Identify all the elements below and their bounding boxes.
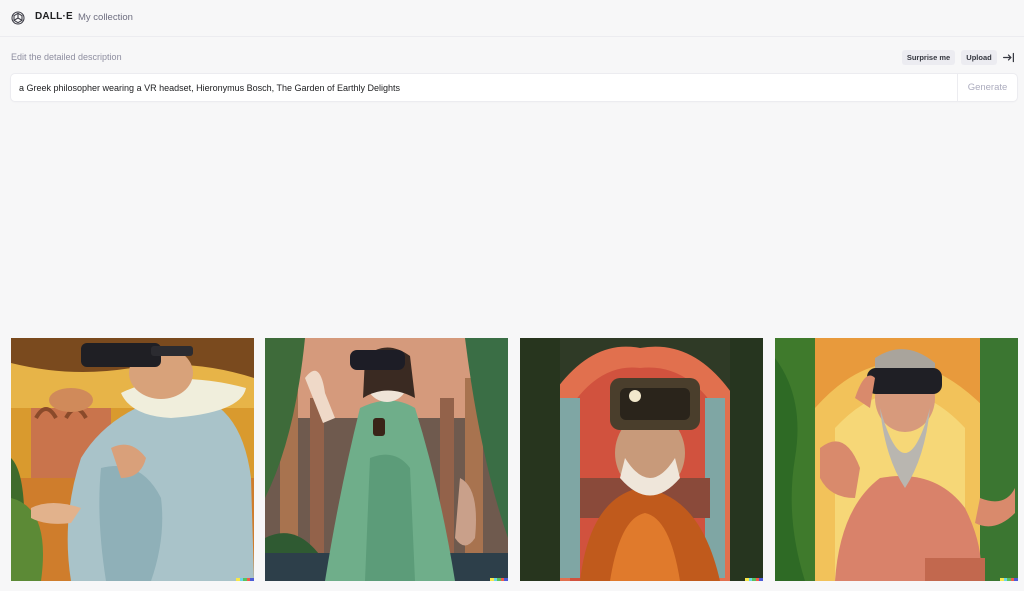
generated-image-4 [775,338,1018,581]
dalle-signature [236,578,254,581]
nav-my-collection[interactable]: My collection [78,12,133,23]
result-image-3[interactable] [520,338,763,581]
top-bar: DALL·E My collection [0,0,1024,37]
brand-title[interactable]: DALL·E [35,11,73,22]
dalle-signature [1000,578,1018,581]
generated-image-1 [11,338,254,581]
result-image-1[interactable] [11,338,254,581]
upload-button[interactable]: Upload [961,50,997,65]
result-image-4[interactable] [775,338,1018,581]
generated-image-3 [520,338,763,581]
dalle-signature [490,578,508,581]
surprise-me-button[interactable]: Surprise me [902,50,955,65]
description-label: Edit the detailed description [11,52,122,62]
prompt-box: Generate [11,74,1017,101]
prompt-input[interactable] [11,74,957,101]
generated-image-2 [265,338,508,581]
openai-logo-icon[interactable] [10,10,26,26]
result-image-2[interactable] [265,338,508,581]
arrow-right-to-line-icon[interactable] [1002,51,1015,64]
dalle-signature [745,578,763,581]
results-grid [11,338,1018,581]
generate-button[interactable]: Generate [957,74,1017,101]
